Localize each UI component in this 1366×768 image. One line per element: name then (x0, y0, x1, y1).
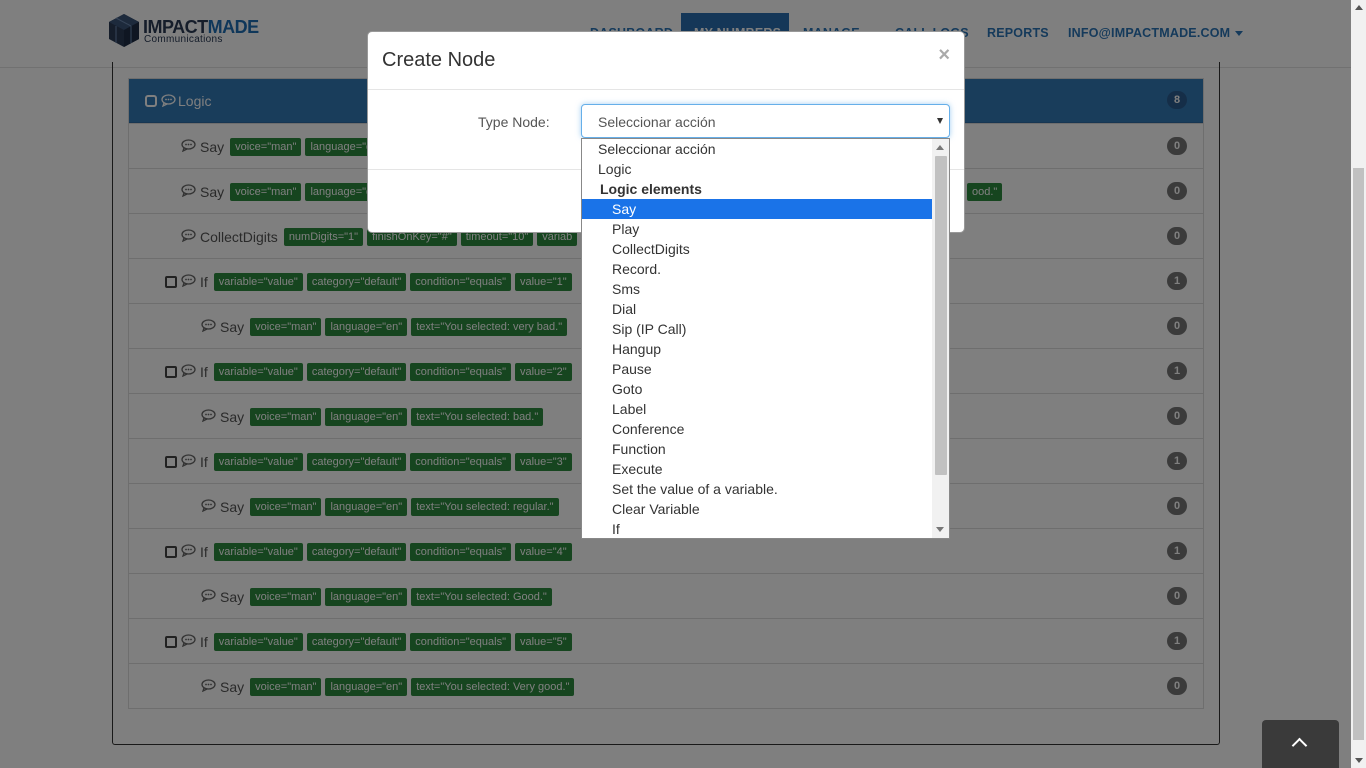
select-current-value: Seleccionar acción (598, 114, 716, 130)
chevron-up-icon (1291, 737, 1308, 754)
dropdown-option[interactable]: Logic (582, 159, 932, 179)
dropdown-option[interactable]: Function (582, 439, 932, 459)
dropdown-option[interactable]: Conference (582, 419, 932, 439)
dropdown-option[interactable]: Hangup (582, 339, 932, 359)
dropdown-option[interactable]: CollectDigits (582, 239, 932, 259)
scroll-down-arrow-icon[interactable] (936, 527, 944, 532)
dropdown-option[interactable]: Goto (582, 379, 932, 399)
dropdown-option[interactable]: If (582, 519, 932, 538)
dropdown-option[interactable]: Seleccionar acción (582, 139, 932, 159)
modal-title: Create Node (382, 49, 496, 71)
page-scroll-up-icon[interactable] (1355, 5, 1363, 10)
dropdown-option[interactable]: Label (582, 399, 932, 419)
type-node-options: Seleccionar acción Logic Logic elements Say… (581, 138, 950, 539)
page-scroll-thumb[interactable] (1353, 168, 1364, 740)
scroll-up-arrow-icon[interactable] (936, 145, 944, 150)
dropdown-option[interactable]: Sip (IP Call) (582, 319, 932, 339)
option-group-label: Logic elements (600, 181, 702, 197)
dropdown-option[interactable]: Say (582, 199, 932, 219)
page-scroll-down-icon[interactable] (1355, 758, 1363, 763)
scroll-to-top-button[interactable] (1262, 720, 1339, 768)
dropdown-option[interactable]: Dial (582, 299, 932, 319)
dropdown-option[interactable]: Record. (582, 259, 932, 279)
dropdown-option[interactable]: Clear Variable (582, 499, 932, 519)
select-arrow-icon (937, 118, 943, 124)
page-scrollbar[interactable] (1351, 0, 1366, 768)
type-node-label: Type Node: (478, 114, 550, 130)
dropdown-scroll-thumb[interactable] (935, 156, 947, 475)
dropdown-option[interactable]: Execute (582, 459, 932, 479)
close-icon[interactable]: × (938, 44, 950, 67)
modal-header: Create Node × (368, 32, 964, 90)
type-node-select[interactable]: Seleccionar acción (581, 104, 950, 138)
dropdown-option[interactable]: Set the value of a variable. (582, 479, 932, 499)
dropdown-option[interactable]: Sms (582, 279, 932, 299)
dropdown-scrollbar[interactable] (932, 139, 949, 538)
dropdown-option[interactable]: Pause (582, 359, 932, 379)
dropdown-option[interactable]: Play (582, 219, 932, 239)
